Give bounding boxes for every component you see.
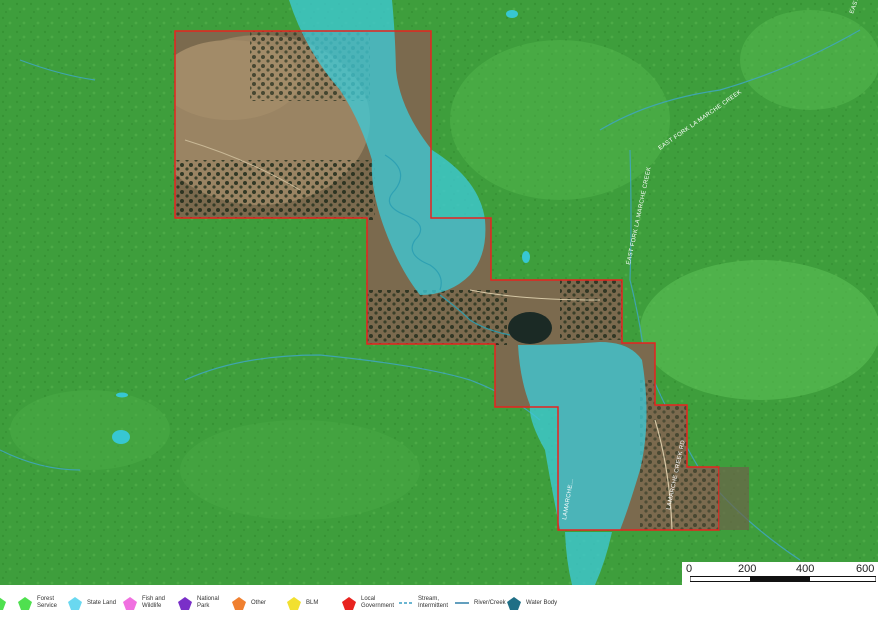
legend-label: BLM [306, 599, 319, 606]
other-swatch-icon [232, 596, 246, 610]
legend-item-stream-intermittent: Stream, Intermittent [399, 591, 448, 615]
legend-item-other: Other [232, 591, 266, 615]
legend-label: Stream, Intermittent [418, 596, 449, 609]
pond [112, 430, 130, 444]
legend-item-national-park: National Park [178, 591, 219, 615]
scale-tick-label: 600 [856, 563, 875, 575]
legend-label: River/Creek [474, 599, 506, 606]
legend-item-water-body: Water Body [507, 591, 557, 615]
pond [506, 10, 518, 18]
dashed-line-icon [399, 602, 413, 604]
legend-label: Fish and Wildlife [142, 596, 166, 609]
scale-tick-label: 0 [686, 563, 693, 575]
legend-item-fish-and-wildlife: Fish and Wildlife [123, 591, 165, 615]
legend-label: Local Government [361, 596, 395, 609]
legend-label: Forest Service [37, 596, 58, 609]
legend-item-blm: BLM [287, 591, 318, 615]
water-body-swatch-icon [507, 596, 521, 610]
legend-label: Other [251, 599, 267, 606]
pond [522, 251, 530, 263]
national-park-swatch-icon [178, 596, 192, 610]
pond [116, 392, 128, 398]
scale-bar-graphic [690, 576, 876, 582]
scale-tick-label: 200 [738, 563, 757, 575]
legend-label: National Park [197, 596, 220, 609]
legend-item-forest-service: Forest Service [18, 591, 57, 615]
legend-item-forest-service [0, 591, 6, 615]
map-view[interactable]: EAST FORK LA MARCHE CREEK EAST FORK LA M… [0, 0, 878, 585]
scale-tick-label: 400 [796, 563, 815, 575]
legend-item-state-land: State Land [68, 591, 116, 615]
blm-swatch-icon [287, 596, 301, 610]
legend-item-local-government: Local Government [342, 591, 394, 615]
local-government-swatch-icon [342, 596, 356, 610]
legend-label: State Land [87, 599, 117, 606]
legend-item-river-creek: River/Creek [455, 591, 506, 615]
state-land-swatch-icon [68, 596, 82, 610]
solid-line-icon [455, 602, 469, 604]
forest-service-swatch-icon [18, 596, 32, 610]
scale-bar: 0 200 400 600 [682, 562, 878, 585]
legend-label: Water Body [526, 599, 558, 606]
map-canvas: EAST FORK LA MARCHE CREEK EAST FORK LA M… [0, 0, 878, 585]
map-legend: Forest Service State Land Fish and Wildl… [0, 585, 878, 619]
fish-wildlife-swatch-icon [123, 596, 137, 610]
forest-service-swatch-icon [0, 597, 6, 610]
